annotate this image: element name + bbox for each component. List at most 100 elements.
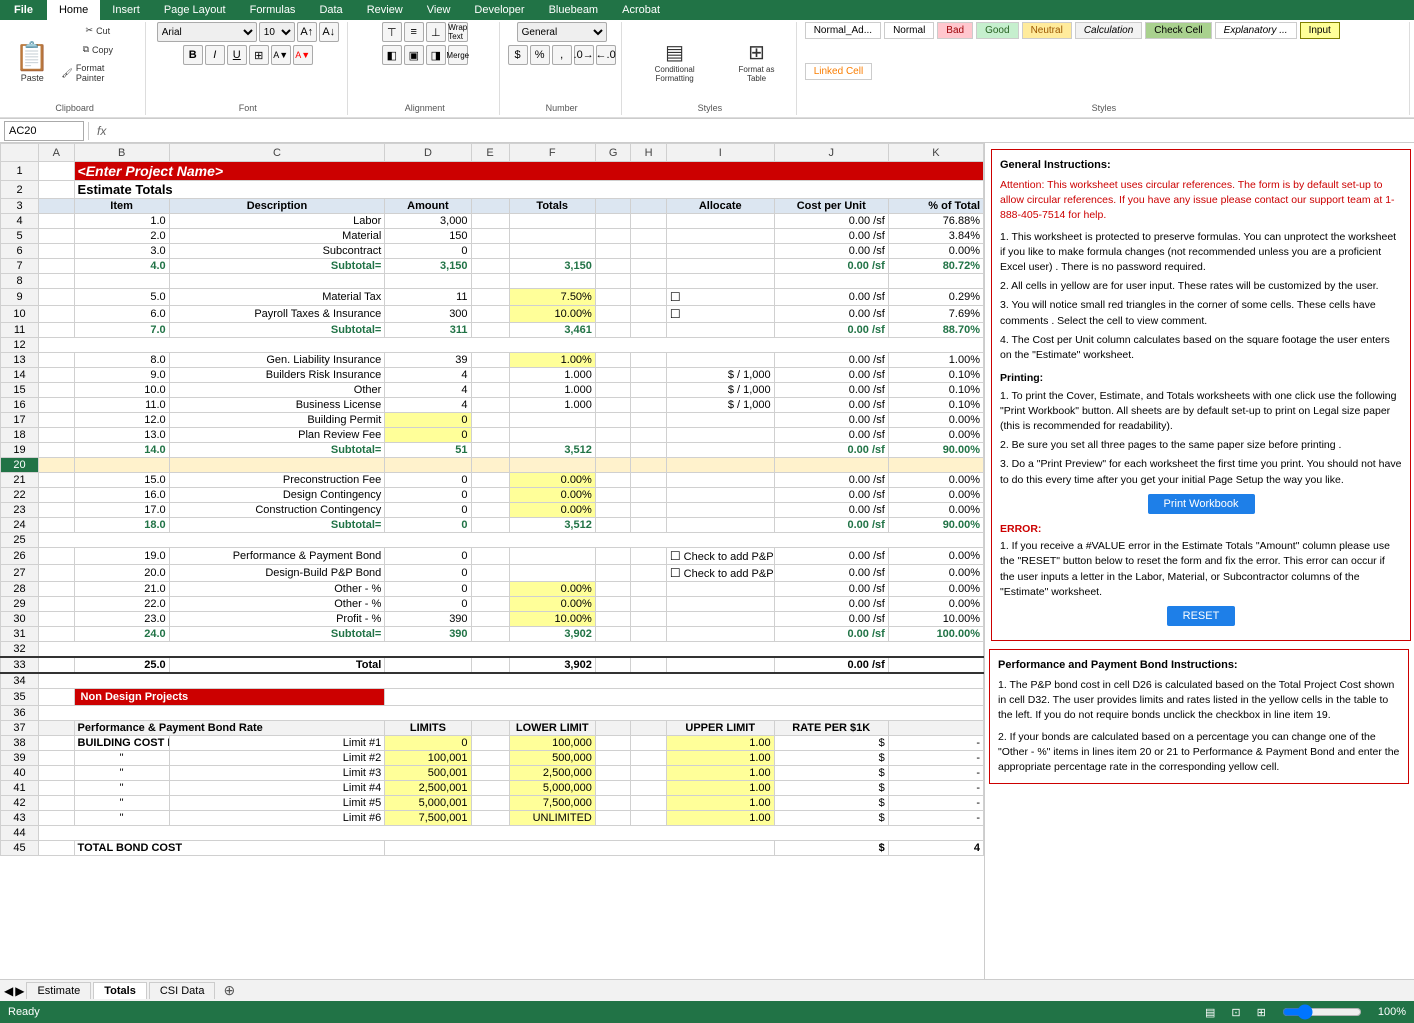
zoom-slider[interactable] xyxy=(1282,1004,1362,1020)
cell-amount-22[interactable]: 0 xyxy=(385,597,471,612)
paste-button[interactable]: 📋 Paste xyxy=(10,22,54,101)
cell-amount-9[interactable]: 4 xyxy=(385,368,471,383)
cell-cpu-8[interactable]: 0.00 /sf xyxy=(774,353,888,368)
cell-D20[interactable] xyxy=(385,458,471,473)
bond-rate-label[interactable]: Performance & Payment Bond Rate xyxy=(74,721,385,736)
style-input[interactable]: Input xyxy=(1300,22,1340,39)
row-header-42[interactable]: 42 xyxy=(1,796,39,811)
cell-cpu-9[interactable]: 0.00 /sf xyxy=(774,368,888,383)
cell-G13[interactable] xyxy=(595,353,631,368)
cell-desc-11[interactable]: Business License xyxy=(169,398,385,413)
col-amount[interactable]: Amount xyxy=(385,199,471,214)
cell-C20[interactable] xyxy=(169,458,385,473)
cell-pct-11[interactable]: 0.10% xyxy=(888,398,983,413)
row-header-34[interactable]: 34 xyxy=(1,673,39,689)
cell-item-12[interactable]: 12.0 xyxy=(74,413,169,428)
cell-H7[interactable] xyxy=(631,259,667,274)
row-header-24[interactable]: 24 xyxy=(1,518,39,533)
cell-item-21[interactable]: 21.0 xyxy=(74,582,169,597)
cell-amount-20[interactable]: 0 xyxy=(385,565,471,582)
align-right-button[interactable]: ◨ xyxy=(426,45,446,65)
cell-A24[interactable] xyxy=(39,518,75,533)
cell-A19[interactable] xyxy=(39,443,75,458)
align-left-button[interactable]: ◧ xyxy=(382,45,402,65)
row-header-13[interactable]: 13 xyxy=(1,353,39,368)
cell-amount-18[interactable]: 0 xyxy=(385,518,471,533)
cell-E10[interactable] xyxy=(471,306,509,323)
cell-G37[interactable] xyxy=(595,721,631,736)
cell-pct-7[interactable]: 88.70% xyxy=(888,323,983,338)
non-design-title[interactable]: Non Design Projects xyxy=(74,689,385,706)
tab-file[interactable]: File xyxy=(0,0,47,20)
cell-A27[interactable] xyxy=(39,565,75,582)
cell-rate-22[interactable]: 0.00% xyxy=(509,597,595,612)
cell-subtitle[interactable]: Estimate Totals xyxy=(74,181,983,199)
comma-button[interactable]: , xyxy=(552,45,572,65)
col-header-H[interactable]: H xyxy=(631,144,667,162)
cell-rate-8[interactable]: 1.00% xyxy=(509,353,595,368)
cell-H16[interactable] xyxy=(631,398,667,413)
cell-rate-23[interactable]: 10.00% xyxy=(509,612,595,627)
cell-G33[interactable] xyxy=(595,657,631,673)
cell-pct-9[interactable]: 0.10% xyxy=(888,368,983,383)
cell-K8[interactable] xyxy=(888,274,983,289)
cell-H41[interactable] xyxy=(631,781,667,796)
cell-total-14[interactable]: 3,512 xyxy=(509,443,595,458)
cell-E31[interactable] xyxy=(471,627,509,642)
cell-desc-14[interactable]: Subtotal= xyxy=(169,443,385,458)
cell-I7[interactable] xyxy=(666,259,774,274)
cell-A35[interactable] xyxy=(39,689,75,706)
cell-desc-23[interactable]: Profit - % xyxy=(169,612,385,627)
cell-amount-24[interactable]: 390 xyxy=(385,627,471,642)
cell-desc-2[interactable]: Material xyxy=(169,229,385,244)
col-header-B[interactable]: B xyxy=(74,144,169,162)
cell-A38[interactable] xyxy=(39,736,75,751)
cell-G29[interactable] xyxy=(595,597,631,612)
bond-lower-3[interactable]: 500,001 xyxy=(385,766,471,781)
cell-item-8[interactable]: 8.0 xyxy=(74,353,169,368)
cell-I5[interactable] xyxy=(666,229,774,244)
cell-G41[interactable] xyxy=(595,781,631,796)
font-size-select[interactable]: 10 xyxy=(259,22,295,42)
cell-H21[interactable] xyxy=(631,473,667,488)
bond-lower-1[interactable]: 0 xyxy=(385,736,471,751)
cell-blank-32[interactable] xyxy=(39,642,984,658)
row-header-43[interactable]: 43 xyxy=(1,811,39,826)
cell-item-17[interactable]: 17.0 xyxy=(74,503,169,518)
percent-button[interactable]: % xyxy=(530,45,550,65)
cut-button[interactable]: ✂ Cut xyxy=(56,22,139,39)
bond-limit-3[interactable]: Limit #3 xyxy=(169,766,385,781)
cell-F20[interactable] xyxy=(509,458,595,473)
cell-I19[interactable] xyxy=(666,443,774,458)
tab-data[interactable]: Data xyxy=(307,0,354,20)
cell-I29[interactable] xyxy=(666,597,774,612)
cell-G27[interactable] xyxy=(595,565,631,582)
cell-pct-14[interactable]: 90.00% xyxy=(888,443,983,458)
style-calculation[interactable]: Calculation xyxy=(1075,22,1142,39)
cell-rate-5[interactable]: 7.50% xyxy=(509,289,595,306)
cell-cpu-5[interactable]: 0.00 /sf xyxy=(774,289,888,306)
bond-dollar-4[interactable]: $ xyxy=(774,781,888,796)
col-header-K[interactable]: K xyxy=(888,144,983,162)
cell-A33[interactable] xyxy=(39,657,75,673)
cell-total-24[interactable]: 3,902 xyxy=(509,627,595,642)
cell-H17[interactable] xyxy=(631,413,667,428)
cell-C8[interactable] xyxy=(169,274,385,289)
cell-A23[interactable] xyxy=(39,503,75,518)
cell-G19[interactable] xyxy=(595,443,631,458)
cell-amount-12[interactable]: 0 xyxy=(385,413,471,428)
increase-font-button[interactable]: A↑ xyxy=(297,22,317,42)
cell-item-25[interactable]: 25.0 xyxy=(74,657,169,673)
cell-A31[interactable] xyxy=(39,627,75,642)
cell-A13[interactable] xyxy=(39,353,75,368)
cell-item-14[interactable]: 14.0 xyxy=(74,443,169,458)
row-header-5[interactable]: 5 xyxy=(1,229,39,244)
bond-lower-2[interactable]: 100,001 xyxy=(385,751,471,766)
cell-I23[interactable] xyxy=(666,503,774,518)
underline-button[interactable]: U xyxy=(227,45,247,65)
cell-blank-34[interactable] xyxy=(39,673,984,689)
cell-E22[interactable] xyxy=(471,488,509,503)
cell-cpu-16[interactable]: 0.00 /sf xyxy=(774,488,888,503)
row-header-40[interactable]: 40 xyxy=(1,766,39,781)
cell-F17[interactable] xyxy=(509,413,595,428)
